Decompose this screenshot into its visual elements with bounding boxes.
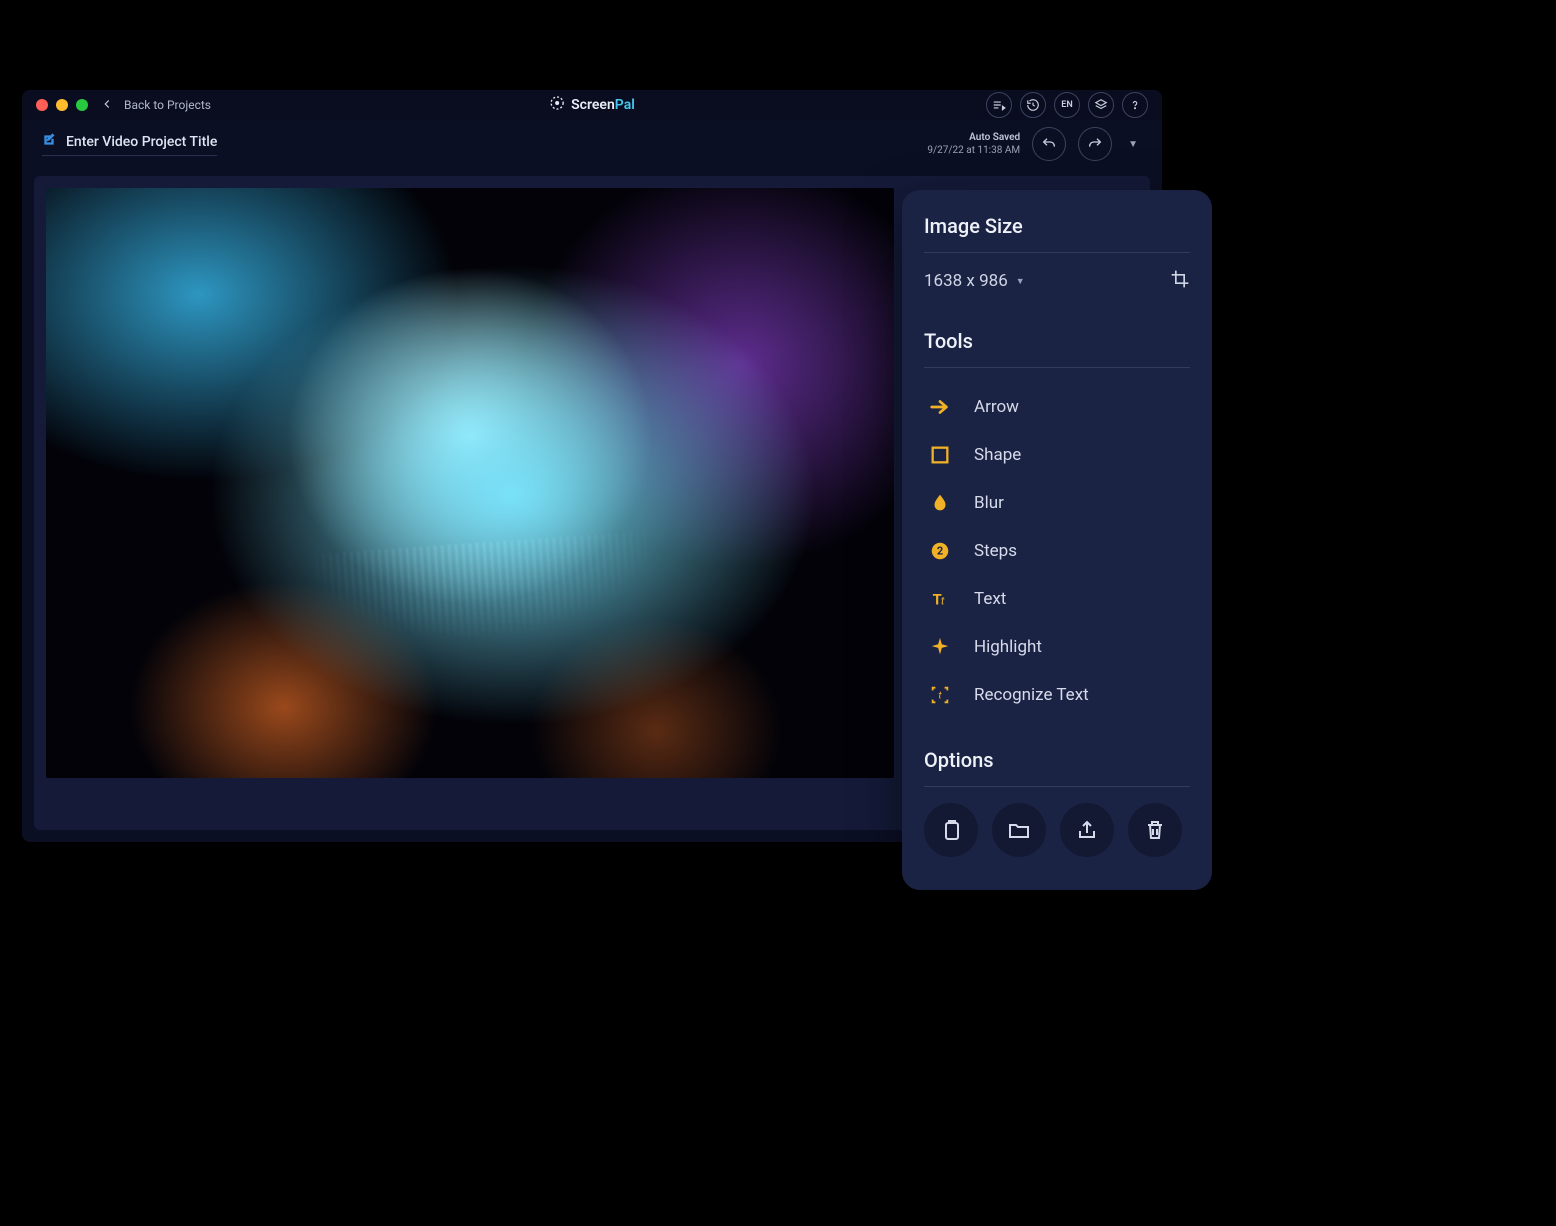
options-title: Options <box>924 748 1190 772</box>
tool-label: Recognize Text <box>974 685 1089 705</box>
image-size-row: 1638 x 986 ▼ <box>924 269 1190 293</box>
tool-blur[interactable]: Blur <box>924 480 1190 526</box>
autosave-label: Auto Saved <box>927 131 1020 144</box>
back-to-projects-button[interactable]: Back to Projects <box>100 96 211 115</box>
window-close-button[interactable] <box>36 99 48 111</box>
save-group: Auto Saved 9/27/22 at 11:38 AM ▼ <box>927 127 1142 161</box>
tool-text[interactable]: Tt Text <box>924 576 1190 622</box>
crop-button[interactable] <box>1170 269 1190 293</box>
svg-text:2: 2 <box>937 545 943 558</box>
tool-recognize-text[interactable]: t Recognize Text <box>924 672 1190 718</box>
delete-button[interactable] <box>1128 803 1182 857</box>
playlist-icon-button[interactable] <box>986 92 1012 118</box>
tools-title: Tools <box>924 329 1190 353</box>
project-title-input[interactable]: Enter Video Project Title <box>42 132 217 156</box>
traffic-lights <box>36 99 88 111</box>
brand-logo: ScreenPal <box>549 95 635 115</box>
window-maximize-button[interactable] <box>76 99 88 111</box>
divider <box>924 367 1190 368</box>
back-label: Back to Projects <box>124 98 211 112</box>
caret-down-icon: ▼ <box>1016 276 1025 287</box>
highlight-icon <box>928 635 952 659</box>
share-button[interactable] <box>1060 803 1114 857</box>
undo-button[interactable] <box>1032 127 1066 161</box>
tool-label: Highlight <box>974 637 1042 657</box>
autosave-time: 9/27/22 at 11:38 AM <box>927 144 1020 157</box>
steps-icon: 2 <box>928 539 952 563</box>
canvas-image[interactable] <box>46 188 894 778</box>
language-label: EN <box>1061 100 1072 110</box>
language-button[interactable]: EN <box>1054 92 1080 118</box>
titlebar: Back to Projects ScreenPal EN <box>22 90 1162 120</box>
history-icon-button[interactable] <box>1020 92 1046 118</box>
help-icon-button[interactable] <box>1122 92 1148 118</box>
tool-steps[interactable]: 2 Steps <box>924 528 1190 574</box>
tool-shape[interactable]: Shape <box>924 432 1190 478</box>
history-dropdown-caret[interactable]: ▼ <box>1124 139 1142 150</box>
top-right-toolbar: EN <box>986 92 1148 118</box>
project-bar: Enter Video Project Title Auto Saved 9/2… <box>22 120 1162 168</box>
svg-text:t: t <box>941 595 945 608</box>
edit-icon <box>42 132 56 151</box>
divider <box>924 786 1190 787</box>
window-minimize-button[interactable] <box>56 99 68 111</box>
tool-label: Steps <box>974 541 1017 561</box>
brand-icon <box>549 95 565 115</box>
shape-icon <box>928 443 952 467</box>
brand-suffix: Pal <box>615 97 635 113</box>
tool-label: Shape <box>974 445 1021 465</box>
arrow-icon <box>928 395 952 419</box>
blur-icon <box>928 491 952 515</box>
image-size-value: 1638 x 986 <box>924 271 1008 291</box>
brand-name: Screen <box>571 97 615 113</box>
divider <box>924 252 1190 253</box>
recognize-text-icon: t <box>928 683 952 707</box>
tool-label: Blur <box>974 493 1004 513</box>
svg-text:t: t <box>938 691 942 702</box>
autosave-status: Auto Saved 9/27/22 at 11:38 AM <box>927 131 1020 157</box>
image-size-dropdown[interactable]: 1638 x 986 ▼ <box>924 271 1025 291</box>
text-icon: Tt <box>928 587 952 611</box>
tool-label: Text <box>974 589 1006 609</box>
layers-icon-button[interactable] <box>1088 92 1114 118</box>
clipboard-button[interactable] <box>924 803 978 857</box>
redo-button[interactable] <box>1078 127 1112 161</box>
tool-arrow[interactable]: Arrow <box>924 384 1190 430</box>
tool-label: Arrow <box>974 397 1019 417</box>
project-title-text: Enter Video Project Title <box>66 134 217 150</box>
editor-side-panel: Image Size 1638 x 986 ▼ Tools Arrow Shap… <box>902 190 1212 890</box>
tools-list: Arrow Shape Blur 2 Steps Tt Text <box>924 384 1190 718</box>
option-buttons <box>924 803 1190 857</box>
image-size-title: Image Size <box>924 214 1190 238</box>
back-arrow-icon <box>100 96 114 115</box>
tool-highlight[interactable]: Highlight <box>924 624 1190 670</box>
folder-button[interactable] <box>992 803 1046 857</box>
options-section: Options <box>924 748 1190 857</box>
